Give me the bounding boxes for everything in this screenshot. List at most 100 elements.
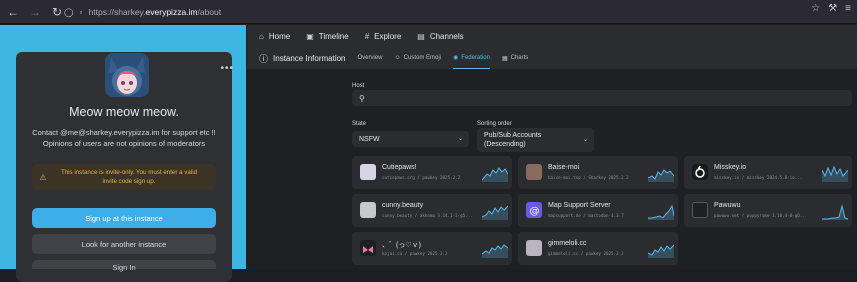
sort-value: Pub/Sub Accounts (Descending) bbox=[484, 131, 541, 149]
nav-explore[interactable]: # Explore bbox=[365, 32, 402, 41]
invite-only-warning: ⚠ This instance is invite-only. You must… bbox=[32, 164, 216, 190]
signup-button[interactable]: Sign up at this instance bbox=[32, 208, 216, 228]
top-navigation: ⌂ Home ▣ Timeline # Explore ▤ Channels bbox=[247, 25, 857, 47]
forward-icon[interactable]: → bbox=[26, 3, 44, 21]
chevron-down-icon: ⌄ bbox=[457, 136, 463, 142]
url-prefix: https://sharkey. bbox=[88, 7, 146, 17]
instance-logo bbox=[526, 164, 542, 180]
description-line-2: Opinions of users are not opinions of mo… bbox=[42, 138, 206, 148]
instance-avatar bbox=[105, 53, 149, 97]
instance-meta: misskey.io / misskey 2024.5.0-io... bbox=[714, 175, 803, 180]
tab-overview[interactable]: Overview bbox=[358, 47, 383, 69]
federation-content: Host ⚲ State NSFW ⌄ Sorting order Pub/Su… bbox=[247, 69, 857, 269]
nav-channels-label: Channels bbox=[429, 31, 464, 41]
instance-meta: kojai.ca / pawkey 2025.2.2 bbox=[382, 251, 448, 256]
instance-name: Map Support Server bbox=[548, 202, 611, 209]
tab-charts[interactable]: ▦ Charts bbox=[502, 47, 528, 69]
instance-card-item[interactable]: gimmeloli.cc gimmeloli.cc / pawkey 2025.… bbox=[518, 232, 678, 265]
instance-name: Cutiepaws! bbox=[382, 164, 417, 171]
instance-card-item[interactable]: 、゛(っ♡ｖ) kojai.ca / pawkey 2025.2.2 bbox=[352, 232, 512, 265]
left-pane: ••• Meow meow meow. Contact @me@sharkey.… bbox=[0, 25, 246, 282]
instance-card-item[interactable]: Cutiepaws! cutiepaws.org / pawkey 2025.2… bbox=[352, 156, 512, 189]
instance-meta: pawuwu.net / poppyrome 3.10.4-0-g0... bbox=[714, 213, 808, 218]
emoji-icon: ☺ bbox=[394, 55, 401, 61]
page-title-text: Instance Information bbox=[273, 53, 346, 63]
url-domain: everypizza.im bbox=[145, 7, 198, 17]
sort-value-line-2: (Descending) bbox=[484, 141, 526, 148]
warning-icon: ⚠ bbox=[39, 172, 47, 182]
host-label: Host bbox=[352, 83, 365, 89]
activity-sparkline bbox=[648, 244, 674, 258]
activity-sparkline bbox=[482, 205, 508, 220]
tab-federation-label: Federation bbox=[461, 54, 490, 61]
search-icon: ⚲ bbox=[359, 93, 365, 103]
signin-button[interactable]: Sign In bbox=[32, 260, 216, 272]
back-icon[interactable]: ← bbox=[4, 3, 22, 21]
tab-federation[interactable]: ◉ Federation bbox=[453, 47, 490, 69]
nav-home[interactable]: ⌂ Home bbox=[259, 32, 290, 41]
instance-name: Misskey.io bbox=[714, 164, 747, 171]
instance-card-item[interactable]: @ Map Support Server mapsupport.de / mas… bbox=[518, 194, 678, 227]
instance-name: 、゛(っ♡ｖ) bbox=[382, 242, 421, 249]
look-for-instance-button[interactable]: Look for another instance bbox=[32, 234, 216, 254]
channels-icon: ▤ bbox=[417, 31, 425, 41]
tab-custom-emoji-label: Custom Emoji bbox=[403, 55, 441, 61]
instance-logo bbox=[360, 202, 376, 218]
nav-channels[interactable]: ▤ Channels bbox=[417, 32, 463, 41]
instance-meta: gimmeloli.cc / pawkey 2025.2.2 bbox=[548, 251, 624, 256]
activity-sparkline bbox=[822, 165, 848, 182]
info-icon: ⓘ bbox=[259, 53, 269, 64]
warning-line-2: invite code sign up. bbox=[102, 178, 156, 185]
address-bar[interactable]: ◯ ▫ https://sharkey. everypizza.im/about bbox=[64, 3, 754, 21]
url-suffix: /about bbox=[197, 7, 222, 17]
instance-description: Contact @me@sharkey.everypizza.im for su… bbox=[24, 128, 224, 149]
instance-meta: baise-moi.top / Sharkey 2025.2.2 bbox=[548, 175, 629, 180]
tab-charts-label: Charts bbox=[510, 55, 529, 61]
activity-sparkline bbox=[648, 204, 674, 220]
state-select[interactable]: NSFW ⌄ bbox=[352, 131, 469, 147]
instance-name: Pawuwu bbox=[714, 202, 741, 209]
instance-card-item[interactable]: Baise-moi baise-moi.top / Sharkey 2025.2… bbox=[518, 156, 678, 189]
home-icon: ⌂ bbox=[259, 31, 264, 41]
instance-name: cunny.beauty bbox=[382, 202, 424, 209]
state-label: State bbox=[352, 121, 367, 127]
chevron-down-icon: ⌄ bbox=[582, 137, 588, 143]
sort-value-line-1: Pub/Sub Accounts bbox=[484, 132, 542, 139]
activity-sparkline bbox=[482, 244, 508, 258]
nav-home-label: Home bbox=[268, 31, 291, 41]
chart-icon: ▦ bbox=[501, 55, 508, 62]
instance-card-item[interactable]: Pawuwu pawuwu.net / poppyrome 3.10.4-0-g… bbox=[684, 194, 852, 227]
hashtag-icon: # bbox=[364, 31, 370, 41]
instance-card-item[interactable]: Misskey.io misskey.io / misskey 2024.5.0… bbox=[684, 156, 852, 189]
globe-icon: ◉ bbox=[453, 55, 459, 61]
instance-logo bbox=[360, 164, 376, 180]
more-options-icon[interactable]: ••• bbox=[220, 63, 234, 74]
page-header: ⓘ Instance Information Overview ☺ Custom E… bbox=[247, 47, 857, 69]
sort-select[interactable]: Pub/Sub Accounts (Descending) ⌄ bbox=[477, 128, 594, 152]
shield-icon: ◯ bbox=[64, 6, 74, 17]
description-line-1: Contact @me@sharkey.everypizza.im for su… bbox=[32, 128, 216, 137]
lock-icon: ▫ bbox=[79, 7, 83, 17]
instance-logo bbox=[692, 164, 708, 180]
nav-explore-label: Explore bbox=[374, 31, 402, 41]
bookmark-star-icon[interactable]: ☆ bbox=[811, 3, 820, 14]
instance-logo bbox=[692, 202, 708, 218]
sort-label: Sorting order bbox=[477, 121, 512, 127]
activity-sparkline bbox=[648, 169, 674, 182]
main-area: ⌂ Home ▣ Timeline # Explore ▤ Channels ⓘ Inst… bbox=[247, 25, 857, 269]
tab-custom-emoji[interactable]: ☺ Custom Emoji bbox=[395, 47, 441, 69]
menu-icon[interactable]: ≡ bbox=[845, 3, 851, 14]
instance-meta: cutiepaws.org / pawkey 2025.2.2 bbox=[382, 175, 461, 180]
host-search-input[interactable]: ⚲ bbox=[352, 90, 852, 106]
instance-meta: mapsupport.de / mastodon 4.3.7 bbox=[548, 213, 624, 218]
extensions-icon[interactable]: ⚒ bbox=[828, 3, 837, 14]
warning-text: This instance is invite-only. You must e… bbox=[54, 168, 204, 186]
nav-timeline[interactable]: ▣ Timeline bbox=[306, 32, 349, 41]
instance-logo bbox=[526, 240, 542, 256]
svg-text:@: @ bbox=[530, 206, 540, 217]
warning-line-1: This instance is invite-only. You must e… bbox=[60, 169, 198, 176]
page-title: ⓘ Instance Information bbox=[259, 52, 346, 65]
instance-title: Meow meow meow. bbox=[69, 105, 179, 119]
signin-label: Sign In bbox=[112, 263, 136, 272]
instance-card-item[interactable]: cunny.beauty cunny.beauty / akkoma 3.14.… bbox=[352, 194, 512, 227]
